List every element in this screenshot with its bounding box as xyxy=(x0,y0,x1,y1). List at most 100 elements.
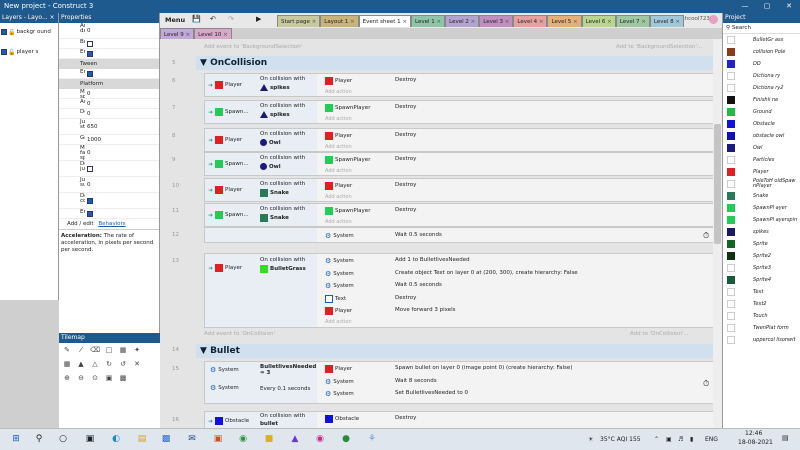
condition-object[interactable]: ➜ Spawn... xyxy=(208,160,249,168)
battery-icon[interactable]: ▮ xyxy=(690,436,693,443)
action-text[interactable]: Wait 0.5 seconds xyxy=(395,282,442,288)
group-header-bullet[interactable]: ▼ Bullet xyxy=(196,344,714,358)
project-object-item[interactable]: Particles xyxy=(723,154,800,166)
app2-icon[interactable]: ◉ xyxy=(314,433,326,445)
event-condition-area[interactable]: ➜ Spawn... On collision with Snake xyxy=(205,204,317,226)
project-search[interactable]: ⚲ Search xyxy=(723,23,800,34)
event-row-16[interactable]: ➜ Obstacle On collision with bullet Obstac… xyxy=(204,411,714,428)
add-event-oncollision[interactable]: Add event to 'OnCollision' xyxy=(204,331,275,337)
condition-object[interactable]: ➜ Spawn... xyxy=(208,211,249,219)
event-sheet-scrollbar[interactable] xyxy=(713,39,722,428)
condition-trigger[interactable]: On collision with spikes xyxy=(260,76,305,91)
action-object[interactable]: Text xyxy=(325,294,346,303)
rotate-ccw-icon[interactable]: ↺ xyxy=(118,360,128,370)
tab-level-6[interactable]: Level 6 × xyxy=(581,15,616,27)
property-value[interactable]: 1000 xyxy=(85,135,159,144)
event-condition-area[interactable] xyxy=(205,228,317,242)
action-object[interactable]: Player xyxy=(325,77,352,85)
tab-close-icon[interactable]: × xyxy=(184,32,191,38)
condition-trigger[interactable]: On collision with Snake xyxy=(260,206,305,222)
tab-close-icon[interactable]: × xyxy=(640,19,646,25)
clear-icon[interactable]: ✕ xyxy=(132,360,142,370)
layer-item[interactable]: 🔒 backgr ound xyxy=(0,27,58,41)
project-object-item[interactable]: Sprite3 xyxy=(723,262,800,274)
edge-browser-icon[interactable]: ◐ xyxy=(110,433,122,445)
mail-icon[interactable]: ✉ xyxy=(186,433,198,445)
language-indicator[interactable]: ENG xyxy=(705,436,718,443)
tab-close-icon[interactable]: × xyxy=(310,19,317,25)
action-object[interactable]: Player xyxy=(325,307,352,315)
add-to-oncollision[interactable]: Add to 'OnCollision'... xyxy=(630,331,689,337)
file-explorer-icon[interactable]: ▤ xyxy=(136,433,148,445)
condition-object[interactable]: ➜ Spawn... xyxy=(208,108,249,116)
eyedropper-icon[interactable]: ✦ xyxy=(132,346,142,356)
property-input[interactable]: 0 xyxy=(87,150,91,156)
save-tile-icon[interactable]: ▩ xyxy=(118,374,128,384)
app-icon[interactable]: ■ xyxy=(263,433,275,445)
windows-start-icon[interactable]: ⊞ xyxy=(10,433,22,445)
action-object[interactable]: Obstacle xyxy=(325,415,359,423)
project-object-item[interactable]: Sprite2 xyxy=(723,250,800,262)
property-value[interactable]: 0 xyxy=(85,89,159,98)
action-text[interactable]: Set BulletlivesNeeded to 0 xyxy=(395,390,468,396)
tab-close-icon[interactable]: × xyxy=(503,19,510,25)
rotate-icon[interactable]: ↻ xyxy=(104,360,114,370)
project-object-item[interactable]: BulletGr ass xyxy=(723,34,800,46)
section-tween[interactable]: Tween xyxy=(59,59,159,69)
event-row[interactable]: ➜ Player On collision with Owl Player Destroy… xyxy=(204,128,714,152)
tab-close-icon[interactable]: × xyxy=(537,19,544,25)
action-object[interactable]: Player xyxy=(325,182,352,190)
property-value[interactable] xyxy=(85,49,159,58)
add-action-link[interactable]: Add action xyxy=(325,116,352,122)
condition-trigger[interactable]: On collision with Owl xyxy=(260,131,305,146)
event-row[interactable]: ➜ Player On collision with Snake Player Destr… xyxy=(204,178,714,202)
tab-start-page[interactable]: Start page × xyxy=(277,15,321,27)
property-value[interactable]: 0 xyxy=(85,177,159,192)
visibility-checkbox[interactable] xyxy=(1,29,7,35)
property-value[interactable]: 0 xyxy=(85,99,159,108)
tab-layout-1[interactable]: Layout 1 × xyxy=(320,15,359,27)
action-text[interactable]: Wait 8 seconds xyxy=(395,378,437,384)
condition-trigger[interactable]: On collision with Snake xyxy=(260,181,305,197)
property-value[interactable] xyxy=(85,193,159,208)
add-action-link[interactable]: Add action xyxy=(325,194,352,200)
action-text[interactable]: Destroy xyxy=(395,415,416,421)
property-checkbox[interactable] xyxy=(87,210,93,217)
weather-text[interactable]: 35°C AQI 155 xyxy=(600,436,641,443)
play-icon[interactable]: ▶ xyxy=(256,15,261,23)
tab-level-4[interactable]: Level 4 × xyxy=(513,15,548,27)
action-text[interactable]: Destroy xyxy=(395,156,416,162)
lock-icon[interactable]: 🔒 xyxy=(8,29,15,36)
tab-close-icon[interactable]: × xyxy=(401,19,407,25)
action-text[interactable]: Destroy xyxy=(395,207,416,213)
project-object-item[interactable]: DD xyxy=(723,58,800,70)
condition-system-2[interactable]: ⚙ System xyxy=(210,384,239,392)
property-input[interactable]: 0 xyxy=(87,91,91,97)
tab-close-icon[interactable]: × xyxy=(571,19,578,25)
add-action-link[interactable]: Add action xyxy=(325,89,352,95)
property-input[interactable]: 0 xyxy=(87,101,91,107)
tab-level-1[interactable]: Level 1 × xyxy=(410,15,446,27)
action-object[interactable]: SpawnPlayer xyxy=(325,156,370,164)
zoom-in-icon[interactable]: ⊕ xyxy=(62,374,72,384)
action-object[interactable]: Player xyxy=(325,365,352,373)
property-value[interactable]: 650 xyxy=(85,119,159,134)
tab-close-icon[interactable]: × xyxy=(435,19,441,25)
flip-icon[interactable]: △ xyxy=(90,360,100,370)
search-input[interactable]: Search xyxy=(732,25,751,31)
action-text[interactable]: Spawn bullet on layer 0 (image point 0) … xyxy=(395,365,572,371)
action-object[interactable]: ⚙ System xyxy=(325,378,354,386)
visibility-checkbox[interactable] xyxy=(1,49,7,55)
tab-level-5[interactable]: Level 5 × xyxy=(547,15,582,27)
action-object[interactable]: SpawnPlayer xyxy=(325,104,370,112)
image-icon[interactable]: ▣ xyxy=(104,374,114,384)
property-checkbox[interactable] xyxy=(87,197,93,204)
property-value[interactable] xyxy=(85,161,159,176)
event-condition-area[interactable]: ➜ Player On collision with Owl xyxy=(205,129,317,151)
condition-trigger[interactable]: On collision with bullet xyxy=(260,413,305,427)
property-input[interactable]: 0 xyxy=(87,28,91,34)
action-text[interactable]: Move forward 3 pixels xyxy=(395,307,455,313)
condition-trigger[interactable]: On collision with BulletGrass xyxy=(260,257,306,273)
paint-icon[interactable]: ▲ xyxy=(289,433,301,445)
action-object[interactable]: ⚙ System xyxy=(325,390,354,398)
